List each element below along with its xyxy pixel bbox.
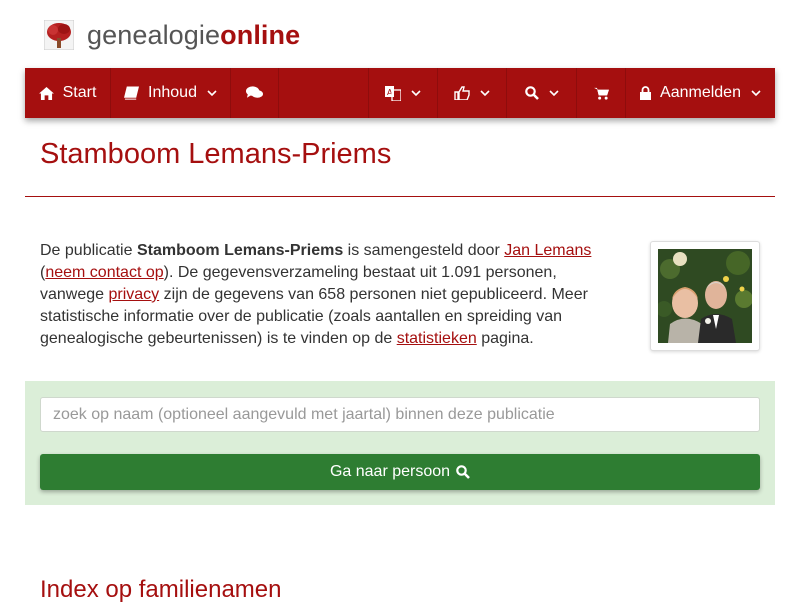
publication-photo[interactable] bbox=[650, 241, 760, 351]
couple-photo-image bbox=[658, 249, 752, 343]
search-input[interactable] bbox=[40, 397, 760, 432]
search-icon bbox=[456, 465, 470, 479]
nav-language[interactable]: A bbox=[368, 68, 438, 118]
comments-icon bbox=[246, 86, 263, 98]
publication-intro: De publicatie Stamboom Lemans-Priems is … bbox=[40, 240, 610, 350]
book-icon bbox=[124, 86, 140, 100]
brand-header[interactable]: genealogieonline bbox=[44, 18, 300, 52]
nav-search[interactable] bbox=[507, 68, 577, 118]
nav-login-label: Aanmelden bbox=[660, 84, 741, 101]
nav-social[interactable] bbox=[438, 68, 507, 118]
publication-name: Stamboom Lemans-Priems bbox=[136, 242, 344, 259]
title-divider bbox=[25, 196, 775, 197]
intro-text: is samengesteld door bbox=[343, 242, 505, 259]
home-icon bbox=[38, 86, 54, 100]
search-icon bbox=[524, 86, 539, 100]
go-to-person-label: Ga naar persoon bbox=[329, 463, 451, 480]
language-icon: A bbox=[385, 85, 401, 101]
brand-name-prefix: genealogie bbox=[87, 19, 221, 50]
nav-forum[interactable] bbox=[231, 68, 279, 118]
brand-name-suffix: online bbox=[220, 19, 301, 50]
brand-name: genealogieonline bbox=[87, 20, 300, 51]
thumbs-up-icon bbox=[454, 86, 470, 100]
search-panel: Ga naar persoon bbox=[25, 381, 775, 505]
author-link[interactable]: Jan Lemans bbox=[504, 242, 591, 259]
nav-start-label: Start bbox=[62, 84, 97, 101]
go-to-person-button[interactable]: Ga naar persoon bbox=[40, 454, 760, 490]
chevron-down-icon bbox=[548, 89, 559, 96]
contact-link[interactable]: neem contact op bbox=[45, 264, 163, 281]
lock-icon bbox=[640, 86, 652, 100]
chevron-down-icon bbox=[751, 89, 761, 96]
cart-icon bbox=[593, 87, 609, 100]
intro-text: De publicatie bbox=[40, 242, 137, 259]
chevron-down-icon bbox=[411, 89, 421, 96]
privacy-link[interactable]: privacy bbox=[109, 286, 160, 303]
nav-shop[interactable] bbox=[577, 68, 626, 118]
page-title: Stamboom Lemans-Priems bbox=[40, 138, 392, 170]
tree-icon bbox=[44, 20, 74, 50]
statistics-link[interactable]: statistieken bbox=[397, 330, 477, 347]
main-navbar: Start Inhoud A Aanmelden bbox=[25, 68, 775, 118]
nav-inhoud-label: Inhoud bbox=[148, 84, 197, 101]
intro-text: pagina. bbox=[476, 330, 534, 347]
nav-start[interactable]: Start bbox=[25, 68, 111, 118]
nav-inhoud[interactable]: Inhoud bbox=[111, 68, 231, 118]
nav-login[interactable]: Aanmelden bbox=[626, 68, 775, 118]
chevron-down-icon bbox=[207, 89, 217, 96]
chevron-down-icon bbox=[480, 89, 490, 96]
